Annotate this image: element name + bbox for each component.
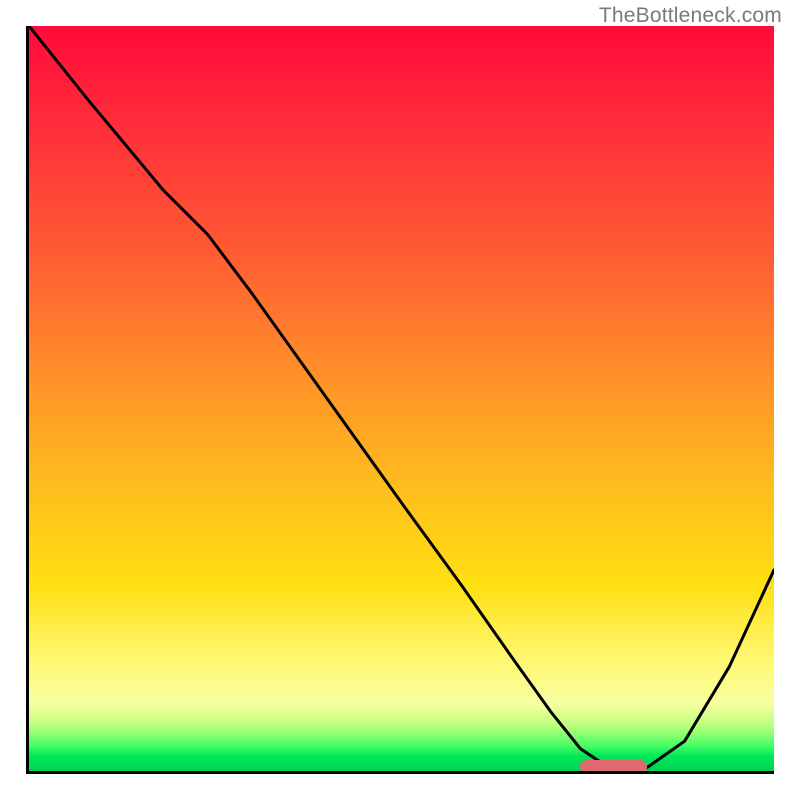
bottleneck-chart: TheBottleneck.com [0, 0, 800, 800]
watermark-text: TheBottleneck.com [599, 4, 782, 28]
bottleneck-curve [29, 26, 774, 767]
curve-layer [29, 26, 774, 771]
plot-area [26, 26, 774, 774]
optimal-range-marker [580, 760, 647, 774]
